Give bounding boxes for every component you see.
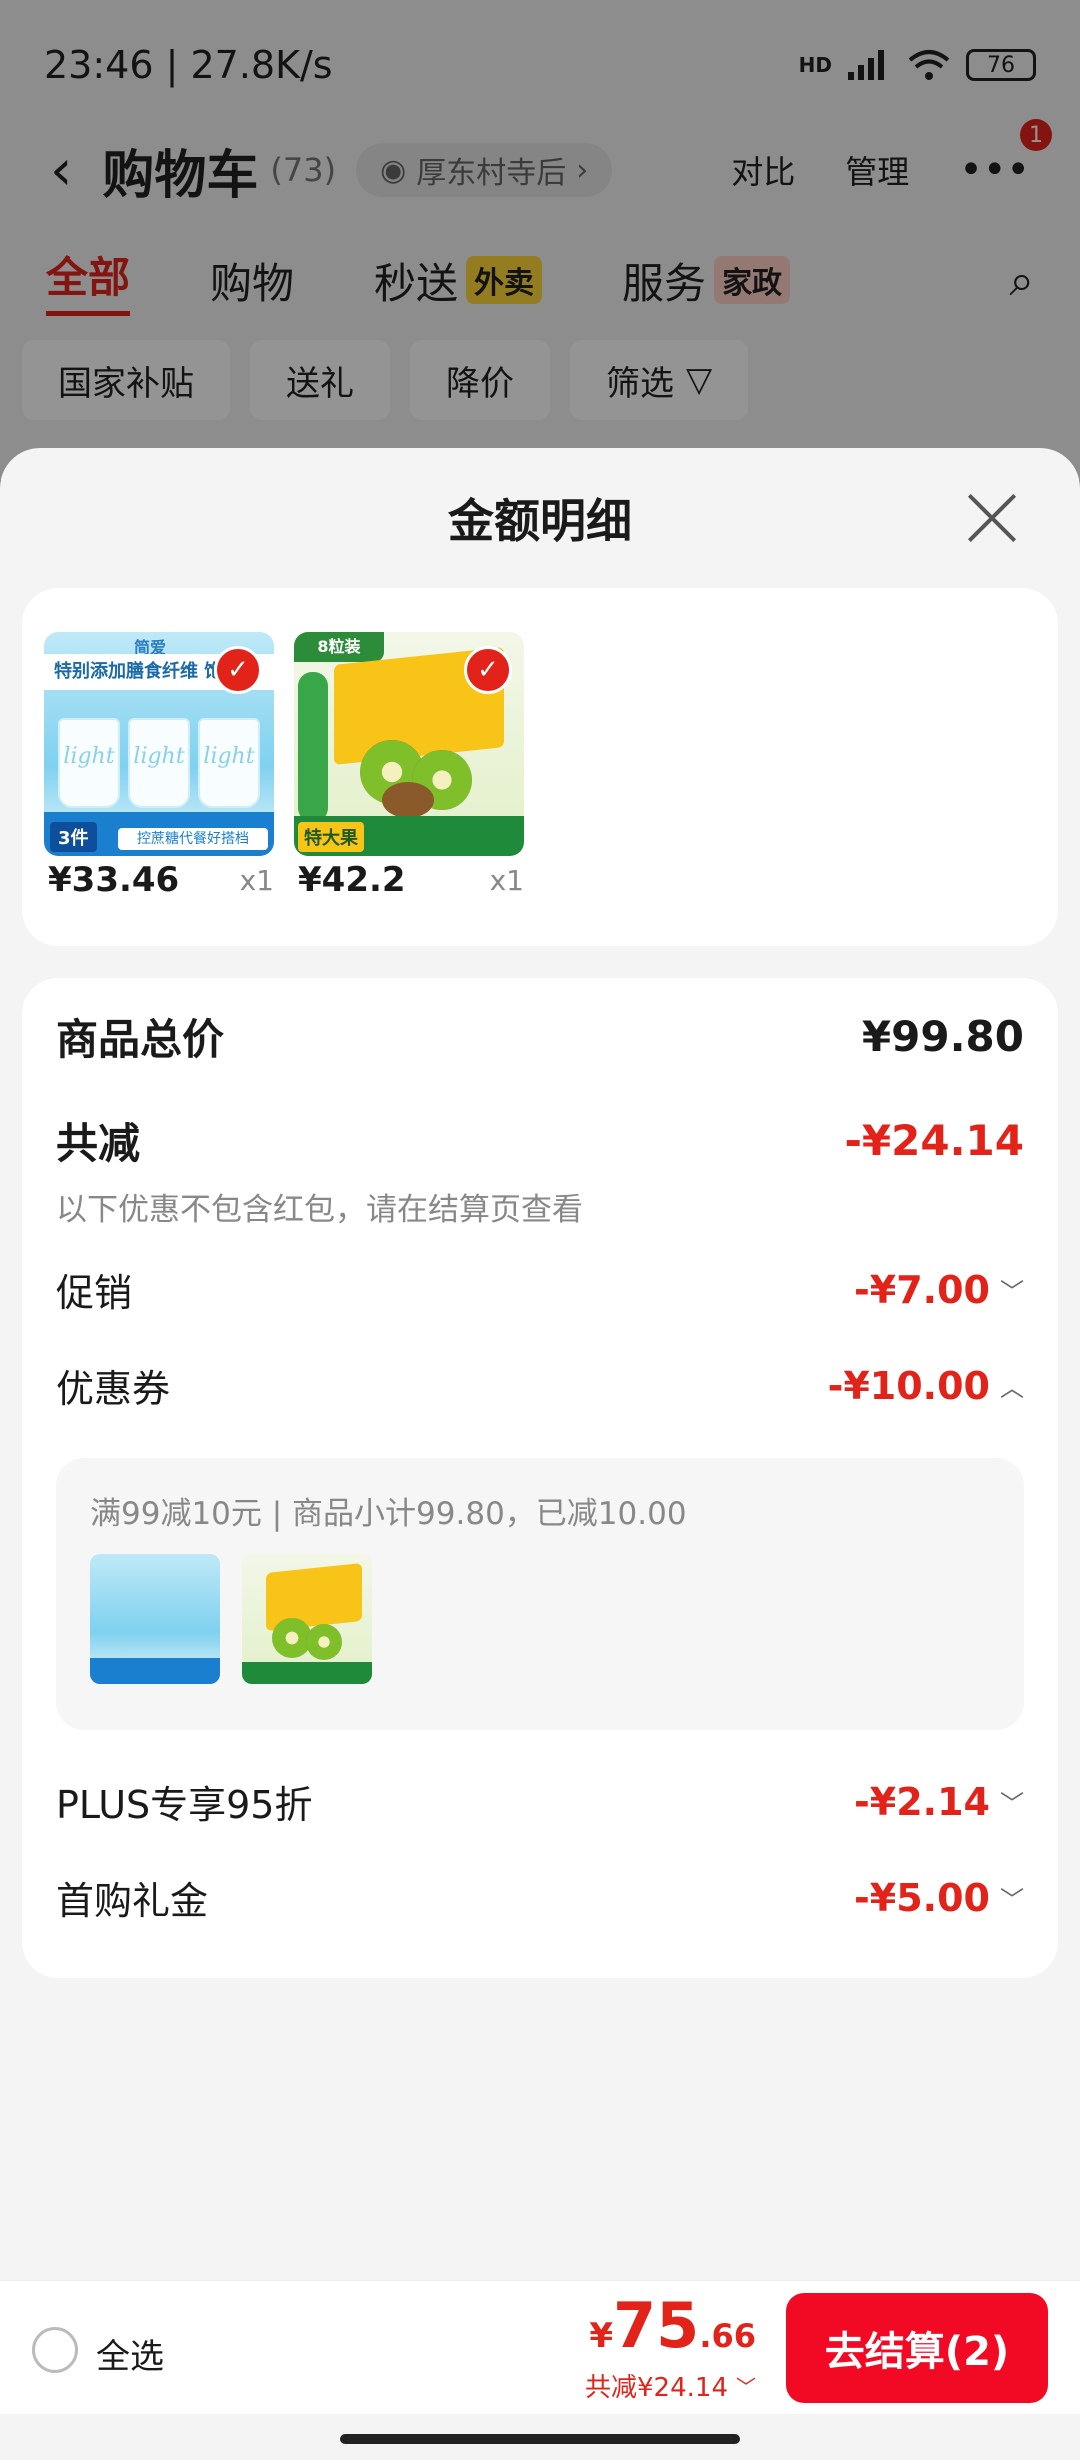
chevron-up-icon: ︿: [1000, 1374, 1024, 1402]
cup-text: light: [133, 744, 185, 769]
first-purchase-amount: -¥5.00: [854, 1875, 990, 1920]
amount-detail-sheet: 金额明细 简爱 特别添加膳食纤维 饱腹 light light light 3件…: [0, 448, 1080, 2460]
close-icon[interactable]: [964, 490, 1020, 546]
total-price-row: 商品总价 ¥99.80: [56, 1006, 1024, 1067]
chevron-down-icon: ﹀: [1000, 1790, 1024, 1818]
thumb-footer: [242, 1662, 372, 1684]
select-all-label[interactable]: 全选: [96, 2329, 164, 2378]
kiwi-fruit: [306, 1624, 342, 1660]
products-card: 简爱 特别添加膳食纤维 饱腹 light light light 3件 控蔗糖代…: [22, 588, 1058, 946]
product-price: ¥42.2: [298, 860, 406, 900]
cup-text: light: [63, 744, 115, 769]
kiwi-fruit: [382, 782, 434, 818]
plus-discount-row[interactable]: PLUS专享95折 -¥2.14 ﹀: [56, 1774, 1024, 1829]
checkmark-icon[interactable]: ✓: [214, 646, 262, 694]
pack-label: 8粒装: [294, 632, 384, 662]
product-footer: 3件 控蔗糖代餐好搭档: [44, 812, 274, 856]
first-purchase-value: -¥5.00 ﹀: [854, 1876, 1024, 1920]
saved-amount[interactable]: 共减¥24.14 ﹀: [585, 2367, 756, 2404]
saved-text: 共减¥24.14: [585, 2373, 728, 2403]
yogurt-cup: light: [128, 718, 190, 808]
promotion-value: -¥7.00 ﹀: [854, 1268, 1024, 1312]
plus-discount-value: -¥2.14 ﹀: [854, 1780, 1024, 1824]
first-purchase-label: 首购礼金: [56, 1879, 209, 1923]
thumb-footer: [90, 1658, 220, 1684]
modal-overlay[interactable]: [0, 0, 1080, 480]
total-price-label: 商品总价: [56, 1015, 225, 1064]
chevron-down-icon: ﹀: [1000, 1886, 1024, 1914]
promotion-amount: -¥7.00: [854, 1267, 990, 1312]
chevron-down-icon: ﹀: [1000, 1278, 1024, 1306]
coupon-detail-box: 满99减10元 | 商品小计99.80，已减10.00: [56, 1458, 1024, 1730]
promotion-row[interactable]: 促销 -¥7.00 ﹀: [56, 1262, 1024, 1317]
discount-value: -¥24.14: [844, 1116, 1024, 1165]
total-price-value: ¥99.80: [861, 1012, 1024, 1061]
coupon-detail: 满99减10元 | 商品小计99.80，已减10.00: [90, 1496, 687, 1532]
plus-discount-amount: -¥2.14: [854, 1779, 990, 1824]
coupon-product-thumbnail: [90, 1554, 220, 1684]
home-indicator[interactable]: [340, 2434, 740, 2444]
yogurt-product-image: 简爱 特别添加膳食纤维 饱腹 light light light 3件 控蔗糖代…: [44, 632, 274, 856]
product-quantity: x1: [239, 864, 274, 897]
big-fruit-tag: 特大果: [298, 822, 364, 852]
kiwi-product-image: 8粒装 特大果 ✓: [294, 632, 524, 856]
checkmark-icon[interactable]: ✓: [464, 646, 512, 694]
discount-label: 共减: [56, 1119, 141, 1168]
coupon-label: 优惠券: [56, 1367, 171, 1411]
select-all-radio[interactable]: [32, 2327, 78, 2373]
discount-row: 共减 -¥24.14: [56, 1110, 1024, 1171]
coupon-value: -¥10.00 ︿: [828, 1364, 1024, 1408]
chevron-down-icon: ﹀: [736, 2375, 756, 2399]
product-quantity: x1: [489, 864, 524, 897]
promo-bar: 控蔗糖代餐好搭档: [118, 828, 268, 850]
coupon-row[interactable]: 优惠券 -¥10.00 ︿: [56, 1358, 1024, 1413]
count-tag: 3件: [50, 822, 97, 852]
cup-text: light: [203, 744, 255, 769]
product-item[interactable]: 简爱 特别添加膳食纤维 饱腹 light light light 3件 控蔗糖代…: [44, 632, 274, 900]
price-summary-card: 商品总价 ¥99.80 共减 -¥24.14 以下优惠不包含红包，请在结算页查看…: [22, 978, 1058, 1978]
first-purchase-row[interactable]: 首购礼金 -¥5.00 ﹀: [56, 1870, 1024, 1925]
plus-discount-label: PLUS专享95折: [56, 1783, 313, 1827]
sheet-title: 金额明细: [448, 494, 632, 548]
total-integer: 75: [613, 2289, 700, 2362]
coupon-amount: -¥10.00: [827, 1363, 990, 1408]
product-item[interactable]: 8粒装 特大果 ✓ ¥42.2 x1: [294, 632, 524, 900]
coupon-product-thumbnail: [242, 1554, 372, 1684]
total-decimal: .66: [699, 2317, 756, 2355]
discount-note: 以下优惠不包含红包，请在结算页查看: [56, 1192, 583, 1228]
yogurt-cup: light: [58, 718, 120, 808]
leaf-decoration: [298, 672, 328, 822]
product-price: ¥33.46: [48, 860, 180, 900]
sheet-header: 金额明细: [0, 448, 1080, 588]
total-amount: ¥ 75 .66: [589, 2289, 756, 2362]
checkout-bar: 全选 ¥ 75 .66 共减¥24.14 ﹀ 去结算(2): [0, 2280, 1080, 2414]
currency-symbol: ¥: [589, 2316, 614, 2356]
product-footer: 特大果: [294, 816, 524, 856]
promotion-label: 促销: [56, 1271, 133, 1315]
checkout-button[interactable]: 去结算(2): [786, 2293, 1048, 2403]
yogurt-cup: light: [198, 718, 260, 808]
